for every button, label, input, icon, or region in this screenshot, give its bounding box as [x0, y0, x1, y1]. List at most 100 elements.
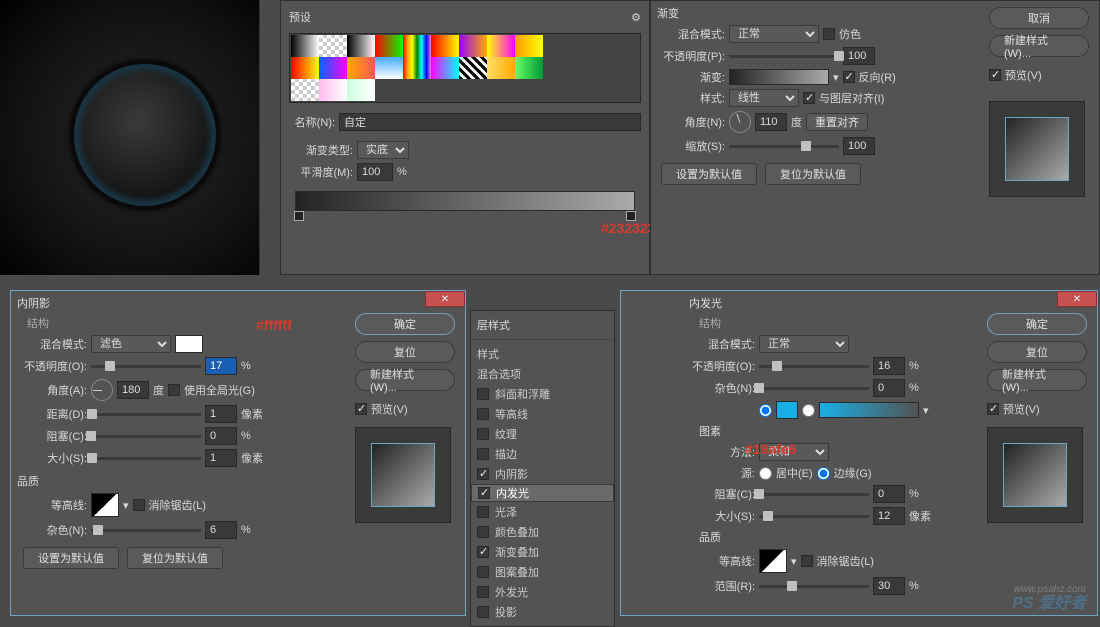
gradient-name-input[interactable]: [339, 113, 641, 131]
go-reset-align-button[interactable]: 重置对齐: [806, 113, 868, 131]
style-item-check[interactable]: [477, 566, 489, 578]
ig-source-edge-radio[interactable]: [817, 467, 830, 480]
style-item-check[interactable]: [477, 468, 489, 480]
style-item[interactable]: 斜面和浮雕: [471, 384, 614, 404]
is-reset-default-button[interactable]: 复位为默认值: [127, 547, 223, 569]
go-angle-input[interactable]: [755, 113, 787, 131]
ig-color-swatch[interactable]: [776, 401, 798, 419]
ig-color-radio[interactable]: [759, 404, 772, 417]
go-grad-swatch[interactable]: [729, 69, 829, 85]
chevron-down-icon[interactable]: ▾: [833, 71, 839, 84]
is-anti-check[interactable]: [133, 499, 145, 511]
gear-icon[interactable]: ⚙: [631, 11, 641, 24]
styles-section[interactable]: 样式: [471, 344, 614, 364]
style-item-check[interactable]: [477, 388, 489, 400]
is-dist-input[interactable]: [205, 405, 237, 423]
style-item-check[interactable]: [477, 428, 489, 440]
ig-contour-swatch[interactable]: [759, 549, 787, 573]
ig-range-input[interactable]: [873, 577, 905, 595]
is-noise-input[interactable]: [205, 521, 237, 539]
is-opacity-slider[interactable]: [91, 365, 201, 368]
styles-blend-options[interactable]: 混合选项: [471, 364, 614, 384]
style-item[interactable]: 纹理: [471, 424, 614, 444]
go-blend-select[interactable]: 正常: [729, 25, 819, 43]
go-set-default-button[interactable]: 设置为默认值: [661, 163, 757, 185]
go-opacity-input[interactable]: [843, 47, 875, 65]
is-dist-slider[interactable]: [91, 413, 201, 416]
grad-type-select[interactable]: 实底: [357, 141, 409, 159]
style-item[interactable]: 外发光: [471, 582, 614, 602]
close-icon[interactable]: ✕: [1057, 291, 1097, 307]
go-reverse-check[interactable]: [843, 71, 855, 83]
go-newstyle-button[interactable]: 新建样式(W)...: [989, 35, 1089, 57]
style-item-check[interactable]: [477, 586, 489, 598]
go-dither-check[interactable]: [823, 28, 835, 40]
style-item-check[interactable]: [477, 526, 489, 538]
style-item[interactable]: 图案叠加: [471, 562, 614, 582]
ig-size-slider[interactable]: [759, 515, 869, 518]
go-opacity-slider[interactable]: [729, 55, 839, 58]
gradient-presets[interactable]: [289, 33, 641, 103]
ig-gradient-swatch[interactable]: [819, 402, 919, 418]
close-icon[interactable]: ✕: [425, 291, 465, 307]
is-opacity-input[interactable]: [205, 357, 237, 375]
style-item-check[interactable]: [478, 487, 490, 499]
is-angle-input[interactable]: [117, 381, 149, 399]
smooth-input[interactable]: [357, 163, 393, 181]
style-item[interactable]: 光泽: [471, 502, 614, 522]
gradient-stop-left[interactable]: [294, 211, 304, 221]
style-item-check[interactable]: [477, 408, 489, 420]
gradient-bar[interactable]: [295, 191, 635, 211]
go-align-check[interactable]: [803, 92, 815, 104]
is-size-input[interactable]: [205, 449, 237, 467]
chevron-down-icon[interactable]: ▾: [791, 555, 797, 568]
go-scale-input[interactable]: [843, 137, 875, 155]
go-reset-default-button[interactable]: 复位为默认值: [765, 163, 861, 185]
ig-choke-slider[interactable]: [759, 493, 869, 496]
is-contour-swatch[interactable]: [91, 493, 119, 517]
ig-range-slider[interactable]: [759, 585, 869, 588]
go-style-select[interactable]: 线性: [729, 89, 799, 107]
is-choke-slider[interactable]: [91, 435, 201, 438]
angle-dial-icon[interactable]: [91, 379, 113, 401]
go-cancel-button[interactable]: 取消: [989, 7, 1089, 29]
style-item[interactable]: 渐变叠加: [471, 542, 614, 562]
is-choke-input[interactable]: [205, 427, 237, 445]
ig-noise1-input[interactable]: [873, 379, 905, 397]
ig-size-input[interactable]: [873, 507, 905, 525]
ig-anti-check[interactable]: [801, 555, 813, 567]
is-size-slider[interactable]: [91, 457, 201, 460]
style-item[interactable]: 投影: [471, 602, 614, 622]
style-item[interactable]: 内发光: [471, 484, 614, 502]
go-preview-check[interactable]: [989, 69, 1001, 81]
ig-gradient-radio[interactable]: [802, 404, 815, 417]
is-ok-button[interactable]: 确定: [355, 313, 455, 335]
is-noise-slider[interactable]: [91, 529, 201, 532]
chevron-down-icon[interactable]: ▾: [923, 404, 929, 417]
style-item[interactable]: 颜色叠加: [471, 522, 614, 542]
ig-noise1-slider[interactable]: [759, 387, 869, 390]
is-reset-button[interactable]: 复位: [355, 341, 455, 363]
is-set-default-button[interactable]: 设置为默认值: [23, 547, 119, 569]
style-item-check[interactable]: [477, 546, 489, 558]
is-newstyle-button[interactable]: 新建样式(W)...: [355, 369, 455, 391]
ig-newstyle-button[interactable]: 新建样式(W)...: [987, 369, 1087, 391]
angle-dial-icon[interactable]: [729, 111, 751, 133]
ig-blend-select[interactable]: 正常: [759, 335, 849, 353]
go-scale-slider[interactable]: [729, 145, 839, 148]
ig-ok-button[interactable]: 确定: [987, 313, 1087, 335]
style-item-check[interactable]: [477, 448, 489, 460]
ig-source-center-radio[interactable]: [759, 467, 772, 480]
style-item-check[interactable]: [477, 506, 489, 518]
style-item-check[interactable]: [477, 606, 489, 618]
style-item[interactable]: 内阴影: [471, 464, 614, 484]
ig-choke-input[interactable]: [873, 485, 905, 503]
is-global-check[interactable]: [168, 384, 180, 396]
is-blend-select[interactable]: 滤色: [91, 335, 171, 353]
ig-opacity-input[interactable]: [873, 357, 905, 375]
is-preview-check[interactable]: [355, 403, 367, 415]
style-item[interactable]: 等高线: [471, 404, 614, 424]
ig-reset-button[interactable]: 复位: [987, 341, 1087, 363]
style-item[interactable]: 描边: [471, 444, 614, 464]
chevron-down-icon[interactable]: ▾: [123, 499, 129, 512]
